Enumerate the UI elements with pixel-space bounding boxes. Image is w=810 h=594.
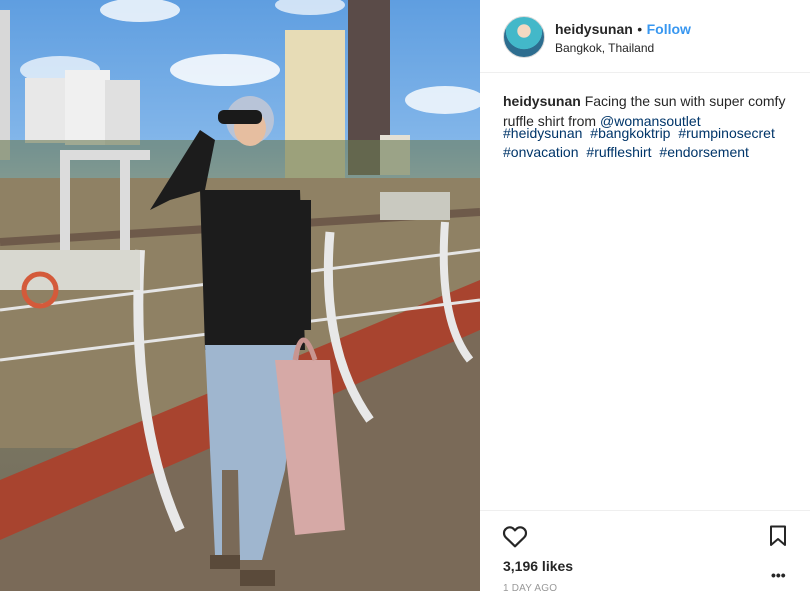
hashtag-link[interactable]: #endorsement (659, 144, 749, 160)
header-divider (480, 72, 810, 73)
hashtag-link[interactable]: #rumpinosecret (678, 125, 775, 141)
avatar[interactable] (503, 16, 545, 58)
post-details-panel: heidysunan • Follow Bangkok, Thailand he… (480, 0, 810, 594)
bookmark-icon[interactable] (769, 525, 787, 552)
photo-scene (0, 0, 480, 591)
post-header: heidysunan • Follow (555, 21, 691, 39)
follow-button[interactable]: Follow (647, 21, 691, 37)
actions-divider (480, 510, 810, 511)
header-username[interactable]: heidysunan (555, 21, 633, 37)
heart-icon[interactable] (502, 524, 528, 553)
hashtag-link[interactable]: #bangkoktrip (590, 125, 670, 141)
hashtag-link[interactable]: #ruffleshirt (586, 144, 651, 160)
more-options-icon[interactable]: ••• (771, 567, 786, 583)
post-photo[interactable] (0, 0, 480, 591)
post-time: 1 DAY AGO (503, 583, 558, 594)
hashtag-link[interactable]: #heidysunan (503, 125, 582, 141)
location-link[interactable]: Bangkok, Thailand (555, 41, 654, 55)
hashtag-link[interactable]: #onvacation (503, 144, 579, 160)
caption-username[interactable]: heidysunan (503, 93, 581, 109)
hashtag-list: #heidysunan #bangkoktrip #rumpinosecret … (503, 124, 793, 162)
likes-count[interactable]: 3,196 likes (503, 558, 573, 574)
header-separator: • (637, 21, 643, 37)
